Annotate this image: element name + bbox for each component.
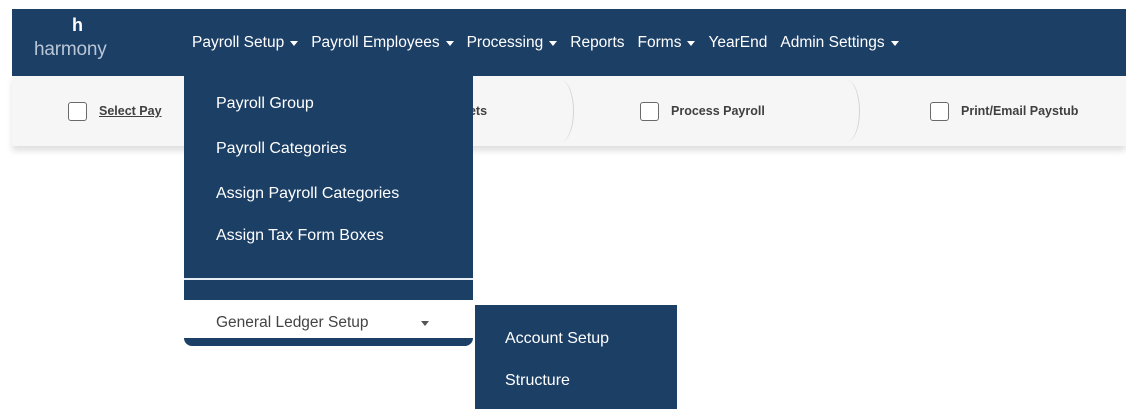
submenu-item-structure[interactable]: Structure	[505, 372, 570, 390]
caret-down-icon	[549, 40, 558, 46]
nav-forms[interactable]: Forms	[638, 34, 696, 52]
caret-down-icon	[890, 40, 899, 46]
nav-processing[interactable]: Processing	[467, 34, 558, 52]
nav-label: Processing	[466, 33, 544, 51]
nav-payroll-setup[interactable]: Payroll Setup	[192, 33, 299, 52]
nav-label: YearEnd	[708, 33, 768, 51]
logo-mark: h	[72, 15, 83, 35]
step-label: Print/Email Paystub	[961, 104, 1079, 118]
step-label: Select Pay	[99, 104, 162, 118]
gl-label: General Ledger Setup	[216, 314, 369, 331]
menu-item-payroll-categories[interactable]: Payroll Categories	[216, 140, 347, 158]
submenu-item-account-setup[interactable]: Account Setup	[505, 330, 609, 348]
top-nav-bar: h harmony Payroll Setup Payroll Employee…	[12, 9, 1126, 76]
step-checkbox[interactable]	[930, 101, 949, 121]
nav-label: Payroll Employees	[311, 33, 440, 51]
menu-item-assign-payroll-categories[interactable]: Assign Payroll Categories	[216, 185, 399, 203]
step-process-payroll[interactable]: Process Payroll	[640, 76, 765, 146]
payroll-setup-dropdown: Payroll Group Payroll Categories Assign …	[184, 76, 473, 279]
nav-payroll-employees[interactable]: Payroll Employees	[311, 33, 454, 52]
caret-down-icon	[445, 40, 454, 46]
caret-down-icon	[421, 321, 429, 326]
nav-label: Payroll Setup	[192, 33, 285, 51]
nav-label: Admin Settings	[780, 33, 885, 51]
menu-item-payroll-group[interactable]: Payroll Group	[216, 95, 314, 113]
nav-label: Forms	[637, 33, 682, 51]
step-checkbox[interactable]	[640, 101, 659, 121]
harmony-logo[interactable]: h harmony	[34, 15, 134, 71]
step-checkbox[interactable]	[68, 101, 87, 121]
caret-down-icon	[290, 40, 299, 46]
menu-item-general-ledger-setup[interactable]: General Ledger Setup	[184, 300, 473, 346]
step-label: Process Payroll	[671, 104, 765, 118]
step-separator	[838, 80, 860, 142]
nav-admin-settings[interactable]: Admin Settings	[780, 33, 899, 52]
step-select-pay[interactable]: Select Pay	[68, 76, 162, 146]
payroll-steps-bar: Select Pay eets Process Payroll Print/Em…	[12, 76, 1126, 146]
logo-text: harmony	[34, 39, 107, 60]
menu-item-assign-tax-form-boxes[interactable]: Assign Tax Form Boxes	[216, 227, 384, 245]
nav-yearend[interactable]: YearEnd	[708, 34, 767, 52]
step-separator	[552, 80, 574, 142]
general-ledger-submenu: Account Setup Structure	[475, 305, 677, 409]
caret-down-icon	[687, 40, 696, 46]
nav-label: Reports	[570, 33, 625, 51]
nav-reports[interactable]: Reports	[570, 34, 624, 52]
menu-band	[184, 280, 473, 300]
main-nav: Payroll Setup Payroll Employees Processi…	[192, 9, 912, 76]
step-print-email-paystub[interactable]: Print/Email Paystub	[930, 76, 1078, 146]
